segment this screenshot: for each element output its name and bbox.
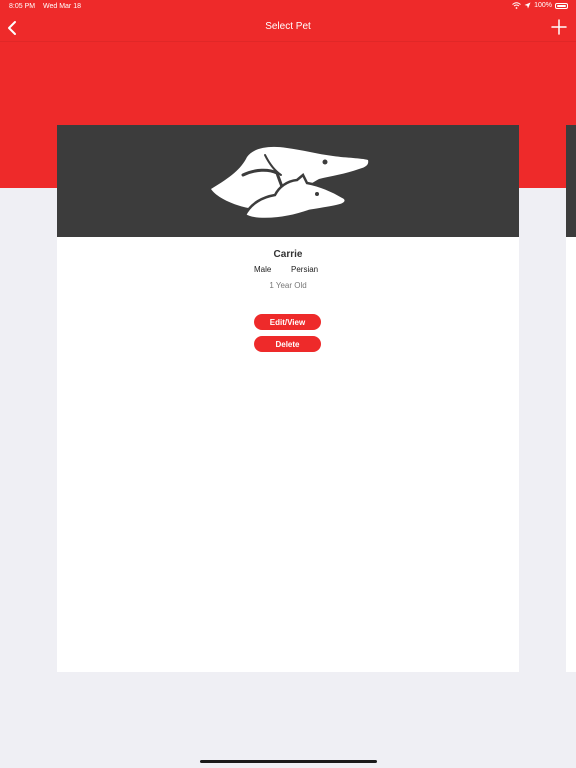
status-indicators: 100%: [512, 2, 568, 9]
home-indicator: [200, 760, 377, 763]
pet-card[interactable]: Carrie Male Persian 1 Year Old Edit/View…: [57, 125, 519, 672]
location-icon: [524, 2, 531, 9]
pet-breed: Persian: [291, 265, 319, 274]
status-time: 8:05 PM: [9, 3, 36, 10]
pet-age: 1 Year Old: [269, 281, 307, 290]
navigation-bar: Select Pet: [0, 14, 576, 42]
edit-view-button[interactable]: Edit/View: [254, 314, 321, 330]
battery-icon: [555, 2, 568, 9]
page-title: Select Pet: [265, 21, 311, 32]
delete-button[interactable]: Delete: [254, 336, 321, 352]
dog-cat-icon: [211, 146, 369, 221]
pet-name: Carrie: [273, 249, 303, 260]
wifi-icon: [512, 2, 521, 9]
battery-percent: 100%: [534, 2, 552, 9]
pet-card-header: [57, 125, 519, 237]
pet-gender: Male: [254, 265, 272, 274]
next-pet-card-header: [566, 125, 576, 237]
plus-icon: [551, 19, 567, 35]
status-date: Wed Mar 18: [43, 3, 81, 10]
next-pet-card-peek[interactable]: [566, 125, 576, 672]
add-pet-button[interactable]: [550, 18, 568, 36]
status-bar: 8:05 PM Wed Mar 18 100%: [0, 0, 576, 14]
